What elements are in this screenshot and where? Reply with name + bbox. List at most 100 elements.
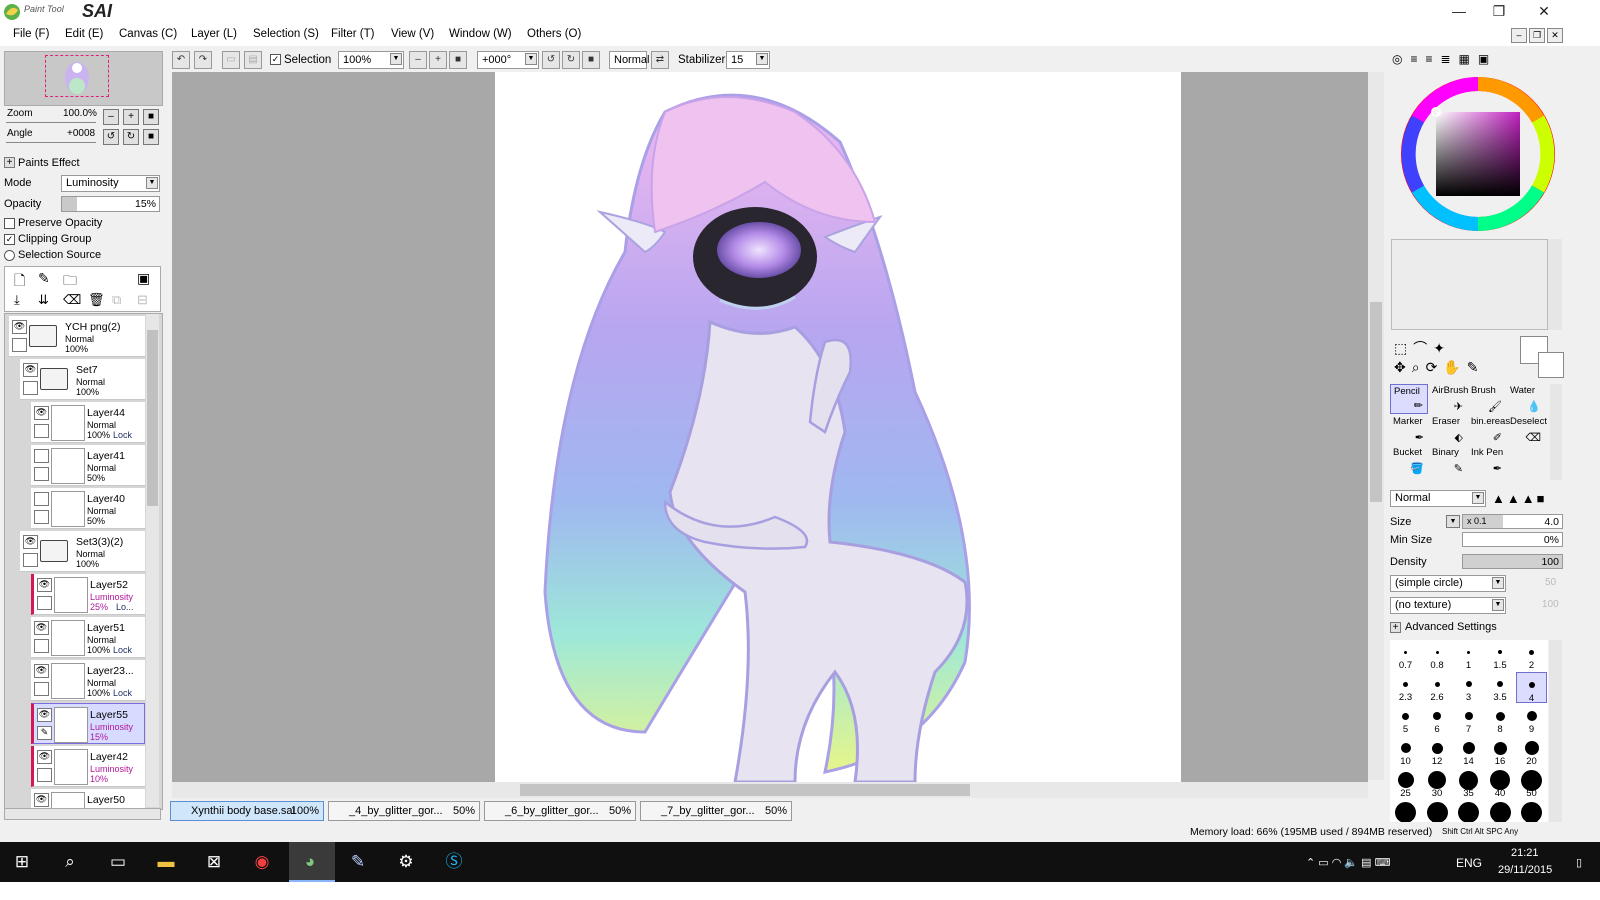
tool-empty[interactable] <box>1507 446 1545 476</box>
brush-edge-shapes[interactable]: ▲▲▲■ <box>1492 491 1546 506</box>
menu-view[interactable]: View (V) <box>391 28 434 40</box>
brush-size-option[interactable]: 25 <box>1390 768 1421 799</box>
clock-date[interactable]: 29/11/2015 <box>1498 864 1552 876</box>
lock-toggle-icon[interactable] <box>34 424 49 438</box>
file-explorer-icon[interactable]: ▬ <box>154 850 178 874</box>
size-multiplier-dropdown[interactable]: ▼ <box>1446 515 1460 528</box>
zoom-reset-button[interactable]: ■ <box>449 51 467 69</box>
tab-document-2[interactable]: _4_by_glitter_gor... 50% <box>328 801 480 821</box>
layer-scrollbar-thumb[interactable] <box>147 330 158 506</box>
layer-scrollbar[interactable] <box>146 314 159 807</box>
brush-size-option[interactable]: 70 <box>1422 800 1453 822</box>
lock-toggle-icon[interactable] <box>37 768 52 782</box>
new-linework-layer-icon[interactable]: ✎ <box>38 270 50 287</box>
tool-bucket[interactable]: Bucket 🪣 <box>1390 446 1428 476</box>
tool-palette[interactable]: Pencil ✏ AirBrush ✈ Brush 🖌 Water 💧 Marker ✒ Erase… <box>1390 384 1550 480</box>
lock-toggle-icon[interactable] <box>23 553 38 567</box>
undo-button[interactable]: ↶ <box>172 51 190 69</box>
store-icon[interactable]: ⊠ <box>202 850 226 874</box>
visibility-toggle-icon[interactable]: 👁 <box>34 621 49 635</box>
brush-size-option[interactable]: 0.7 <box>1390 640 1421 671</box>
nav-zoom-out-button[interactable]: – <box>103 109 119 125</box>
layer-row[interactable]: 👁 Layer51 Normal 100% Lock <box>31 617 145 658</box>
flip-button[interactable]: ⇄ <box>651 51 669 69</box>
min-size-slider[interactable]: 0% <box>1462 532 1563 547</box>
layer-hscroll[interactable] <box>4 808 161 820</box>
brush-size-option[interactable]: 2.6 <box>1422 672 1453 703</box>
invert-selection-button[interactable]: ▤ <box>244 51 262 69</box>
visibility-toggle-icon[interactable]: 👁 <box>34 793 49 807</box>
deselect-button[interactable]: ▭ <box>222 51 240 69</box>
visibility-toggle-icon[interactable]: 👁 <box>37 750 52 764</box>
brush-size-option[interactable]: 5 <box>1390 704 1421 735</box>
visibility-toggle-icon[interactable]: 👁 <box>34 664 49 678</box>
size-slider[interactable]: x 0.1 4.0 <box>1462 514 1563 529</box>
brush-size-option[interactable]: 12 <box>1422 736 1453 767</box>
selection-tools[interactable]: ⬚⌒✦ <box>1394 338 1451 358</box>
canvas-vscroll-thumb[interactable] <box>1370 302 1382 502</box>
brush-size-option[interactable]: 10 <box>1390 736 1421 767</box>
brush-size-option[interactable]: 1 <box>1453 640 1484 671</box>
expand-icon[interactable]: + <box>1390 622 1401 633</box>
zoom-select[interactable]: 100% ▼ <box>338 51 404 69</box>
visibility-toggle-icon[interactable]: 👁 <box>37 708 52 722</box>
density-slider[interactable]: 100 <box>1462 554 1563 569</box>
lock-toggle-icon[interactable] <box>37 596 52 610</box>
visibility-toggle-icon[interactable] <box>34 492 49 506</box>
tool-marker[interactable]: Marker ✒ <box>1390 415 1428 445</box>
preserve-opacity-checkbox[interactable] <box>4 218 15 229</box>
new-folder-icon[interactable]: 🗀 <box>63 270 77 294</box>
layer-mode-select[interactable]: Luminosity ▼ <box>61 175 160 192</box>
menu-window[interactable]: Window (W) <box>449 28 512 40</box>
task-view-icon[interactable]: ▭ <box>106 850 130 874</box>
layer-row[interactable]: Layer40 Normal 50% <box>31 488 145 529</box>
swatch-scrollbar[interactable] <box>1548 239 1562 330</box>
menu-others[interactable]: Others (O) <box>527 28 581 40</box>
layer-row[interactable]: 👁 Layer23... Normal 100% Lock <box>31 660 145 701</box>
tab-document-3[interactable]: _6_by_glitter_gor... 50% <box>484 801 636 821</box>
tool-brush[interactable]: Brush 🖌 <box>1468 384 1506 414</box>
lock-toggle-icon[interactable] <box>23 381 38 395</box>
layer-row[interactable]: Layer41 Normal 50% <box>31 445 145 486</box>
redo-button[interactable]: ↷ <box>194 51 212 69</box>
brush-size-grid[interactable]: 0.7 0.8 1 1.5 2 2.3 2.6 3 3.5 4 5 6 7 8 9 10 12 14 16 20 25 3… <box>1390 640 1548 822</box>
language-indicator[interactable]: ENG <box>1456 856 1482 870</box>
layer-row[interactable]: 👁 Set3(3)(2) Normal 100% <box>20 531 145 572</box>
brush-size-option[interactable]: 8 <box>1485 704 1516 735</box>
canvas-paper[interactable] <box>495 72 1181 784</box>
visibility-toggle-icon[interactable]: 👁 <box>34 406 49 420</box>
brush-size-option[interactable]: 60 <box>1390 800 1421 822</box>
tool-deselect[interactable]: Deselect ⌫ <box>1507 415 1547 445</box>
tool-bin-ereas[interactable]: bin.ereas ✐ <box>1468 415 1510 445</box>
windows-start-icon[interactable]: ⊞ <box>10 850 34 874</box>
nav-zoom-reset-button[interactable]: ■ <box>143 109 159 125</box>
brush-size-option[interactable]: 7 <box>1453 704 1484 735</box>
clipping-group-checkbox[interactable]: ✓ <box>4 234 15 245</box>
swatch-area[interactable] <box>1391 239 1548 330</box>
layer-list[interactable]: 👁 YCH png(2) Normal 100% 👁 Set7 Normal 100% 👁 Lay… <box>4 313 163 810</box>
layer-row[interactable]: 👁 Layer50 <box>31 789 145 809</box>
visibility-toggle-icon[interactable]: 👁 <box>12 320 27 334</box>
steam-icon[interactable]: ⚙ <box>394 850 418 874</box>
brush-size-option[interactable]: 2.3 <box>1390 672 1421 703</box>
brush-size-option[interactable]: 30 <box>1422 768 1453 799</box>
menu-canvas[interactable]: Canvas (C) <box>119 28 177 40</box>
mdi-close-button[interactable]: ✕ <box>1547 28 1563 43</box>
menu-selection[interactable]: Selection (S) <box>253 28 319 40</box>
brush-size-option[interactable]: 50 <box>1516 768 1547 799</box>
sai-taskbar-icon[interactable]: ◕ <box>298 850 322 874</box>
navigator-preview[interactable] <box>4 51 163 106</box>
brush-size-option[interactable]: 3 <box>1453 672 1484 703</box>
brush-size-option[interactable]: 16 <box>1485 736 1516 767</box>
opacity-slider[interactable]: 15% <box>61 196 160 212</box>
layer-row[interactable]: 👁 ✎ Layer55 Luminosity 15% <box>31 703 145 744</box>
brush-texture-select[interactable]: (no texture) ▼ <box>1390 597 1506 614</box>
brush-size-option[interactable]: 4 <box>1516 672 1547 704</box>
brush-size-option[interactable]: 100 <box>1485 800 1516 822</box>
brush-size-option[interactable]: 14 <box>1453 736 1484 767</box>
view-tools[interactable]: ✥⌕⟳✋✎ <box>1394 359 1484 376</box>
nav-zoom-in-button[interactable]: + <box>123 109 139 125</box>
lock-toggle-icon[interactable] <box>34 639 49 653</box>
brush-size-option[interactable]: 20 <box>1516 736 1547 767</box>
brush-size-option[interactable]: 9 <box>1516 704 1547 735</box>
